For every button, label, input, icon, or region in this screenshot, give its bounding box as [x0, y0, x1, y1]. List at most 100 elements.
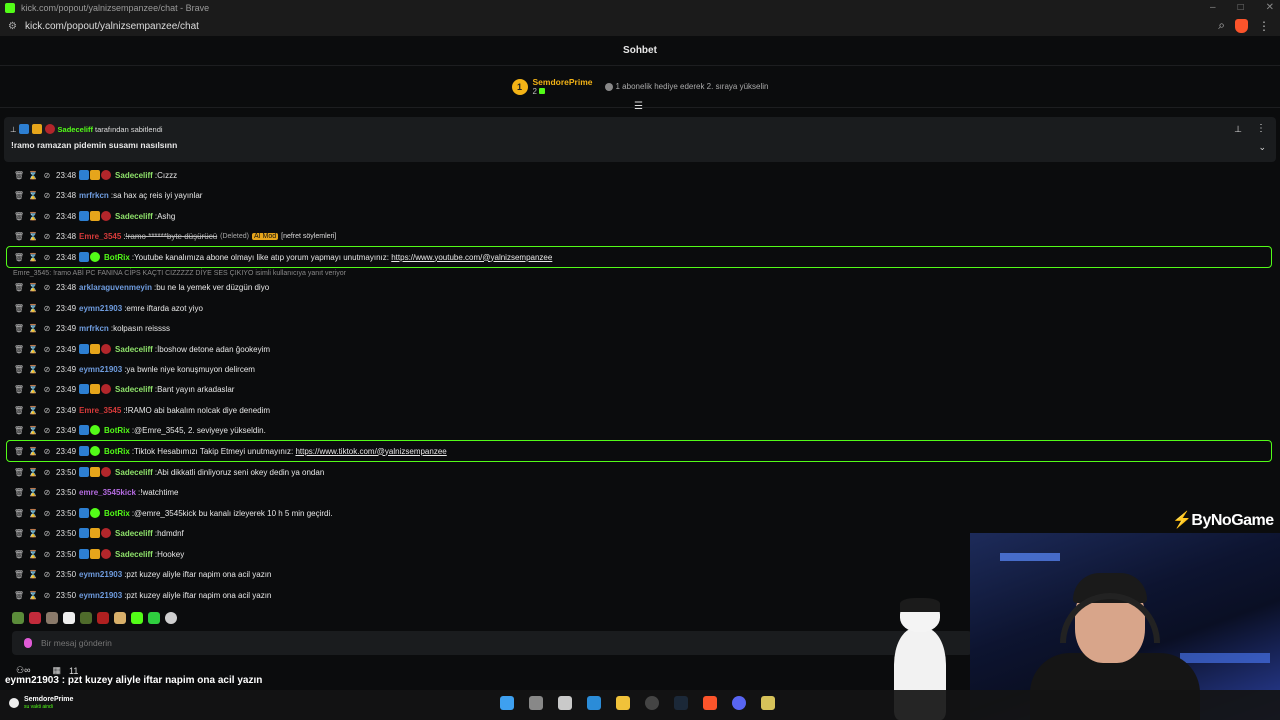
delete-icon[interactable]: 🗑	[12, 488, 26, 497]
message-username[interactable]: eymn21903	[79, 591, 122, 600]
ban-icon[interactable]: ⊘	[40, 324, 54, 333]
ban-icon[interactable]: ⊘	[40, 365, 54, 374]
message-link[interactable]: https://www.youtube.com/@yalnizsempanzee	[391, 253, 552, 262]
timeout-icon[interactable]: ⌛	[26, 591, 40, 600]
timeout-icon[interactable]: ⌛	[26, 406, 40, 415]
emote-icon[interactable]	[165, 612, 177, 624]
ban-icon[interactable]: ⊘	[40, 591, 54, 600]
timeout-icon[interactable]: ⌛	[26, 529, 40, 538]
timeout-icon[interactable]: ⌛	[26, 468, 40, 477]
timeout-icon[interactable]: ⌛	[26, 232, 40, 241]
message-username[interactable]: Sadeceliff	[115, 529, 153, 538]
delete-icon[interactable]: 🗑	[12, 171, 26, 180]
chat-input[interactable]	[41, 638, 441, 648]
emote-icon[interactable]	[97, 612, 109, 624]
message-username[interactable]: arklaraguvenmeyin	[79, 283, 152, 292]
emote-icon[interactable]	[63, 612, 75, 624]
message-username[interactable]: emre_3545kick	[79, 488, 136, 497]
message-username[interactable]: eymn21903	[79, 365, 122, 374]
timeout-icon[interactable]: ⌛	[26, 570, 40, 579]
timeout-icon[interactable]: ⌛	[26, 345, 40, 354]
ban-icon[interactable]: ⊘	[40, 191, 54, 200]
emote-icon[interactable]	[114, 612, 126, 624]
ban-icon[interactable]: ⊘	[40, 570, 54, 579]
message-username[interactable]: Emre_3545	[79, 232, 121, 241]
search-icon[interactable]: ⌕	[1218, 18, 1225, 33]
delete-icon[interactable]: 🗑	[12, 365, 26, 374]
brave-icon[interactable]	[703, 696, 717, 710]
browser-menu-icon[interactable]: ⋮	[1258, 19, 1270, 33]
message-username[interactable]: BotRix	[104, 253, 130, 262]
timeout-icon[interactable]: ⌛	[26, 447, 40, 456]
ban-icon[interactable]: ⊘	[40, 509, 54, 518]
chrome-icon[interactable]	[645, 696, 659, 710]
message-username[interactable]: Sadeceliff	[115, 468, 153, 477]
timeout-icon[interactable]: ⌛	[26, 212, 40, 221]
ban-icon[interactable]: ⊘	[40, 550, 54, 559]
chat-input-box[interactable]	[12, 631, 972, 655]
timeout-icon[interactable]: ⌛	[26, 253, 40, 262]
message-username[interactable]: Emre_3545	[79, 406, 121, 415]
message-username[interactable]: BotRix	[104, 447, 130, 456]
message-username[interactable]: mrfrkcn	[79, 324, 109, 333]
emote-icon[interactable]	[148, 612, 160, 624]
microphone-icon[interactable]	[24, 638, 32, 648]
emote-icon[interactable]	[29, 612, 41, 624]
message-link[interactable]: https://www.tiktok.com/@yalnizsempanzee	[295, 447, 446, 456]
timeout-icon[interactable]: ⌛	[26, 385, 40, 394]
ban-icon[interactable]: ⊘	[40, 447, 54, 456]
timeout-icon[interactable]: ⌛	[26, 171, 40, 180]
delete-icon[interactable]: 🗑	[12, 406, 26, 415]
delete-icon[interactable]: 🗑	[12, 345, 26, 354]
delete-icon[interactable]: 🗑	[12, 447, 26, 456]
ban-icon[interactable]: ⊘	[40, 283, 54, 292]
delete-icon[interactable]: 🗑	[12, 324, 26, 333]
message-username[interactable]: mrfrkcn	[79, 191, 109, 200]
delete-icon[interactable]: 🗑	[12, 253, 26, 262]
ban-icon[interactable]: ⊘	[40, 426, 54, 435]
timeout-icon[interactable]: ⌛	[26, 365, 40, 374]
emote-icon[interactable]	[12, 612, 24, 624]
unpin-icon[interactable]: ⊥	[1234, 124, 1242, 135]
ban-icon[interactable]: ⊘	[40, 232, 54, 241]
timeout-icon[interactable]: ⌛	[26, 509, 40, 518]
brave-shields-icon[interactable]	[1235, 18, 1248, 33]
message-username[interactable]: Sadeceliff	[115, 171, 153, 180]
maximize-icon[interactable]: □	[1238, 2, 1244, 13]
delete-icon[interactable]: 🗑	[12, 232, 26, 241]
ban-icon[interactable]: ⊘	[40, 171, 54, 180]
pinned-by-user[interactable]: Sadeceliff	[58, 125, 93, 134]
timeout-icon[interactable]: ⌛	[26, 283, 40, 292]
timeout-icon[interactable]: ⌛	[26, 304, 40, 313]
more-options-icon[interactable]: ⋮	[1256, 123, 1266, 134]
ban-icon[interactable]: ⊘	[40, 212, 54, 221]
file-explorer-icon[interactable]	[616, 696, 630, 710]
minimize-icon[interactable]: –	[1210, 2, 1216, 13]
filter-icon[interactable]: ☰	[634, 102, 646, 112]
ban-icon[interactable]: ⊘	[40, 529, 54, 538]
steam-icon[interactable]	[674, 696, 688, 710]
message-username[interactable]: Sadeceliff	[115, 550, 153, 559]
timeout-icon[interactable]: ⌛	[26, 550, 40, 559]
ban-icon[interactable]: ⊘	[40, 253, 54, 262]
close-icon[interactable]: ✕	[1266, 2, 1274, 13]
snipping-tool-icon[interactable]	[558, 696, 572, 710]
ban-icon[interactable]: ⊘	[40, 385, 54, 394]
emote-icon[interactable]	[80, 612, 92, 624]
message-username[interactable]: BotRix	[104, 509, 130, 518]
ban-icon[interactable]: ⊘	[40, 488, 54, 497]
message-username[interactable]: Sadeceliff	[115, 345, 153, 354]
delete-icon[interactable]: 🗑	[12, 191, 26, 200]
site-settings-icon[interactable]: ⚙	[8, 21, 17, 32]
timeout-icon[interactable]: ⌛	[26, 426, 40, 435]
timeout-icon[interactable]: ⌛	[26, 324, 40, 333]
delete-icon[interactable]: 🗑	[12, 385, 26, 394]
message-username[interactable]: eymn21903	[79, 570, 122, 579]
taskbar-account[interactable]: SemdorePrime su vakti aindi	[9, 696, 73, 710]
delete-icon[interactable]: 🗑	[12, 570, 26, 579]
ban-icon[interactable]: ⊘	[40, 406, 54, 415]
delete-icon[interactable]: 🗑	[12, 283, 26, 292]
delete-icon[interactable]: 🗑	[12, 304, 26, 313]
delete-icon[interactable]: 🗑	[12, 529, 26, 538]
delete-icon[interactable]: 🗑	[12, 426, 26, 435]
